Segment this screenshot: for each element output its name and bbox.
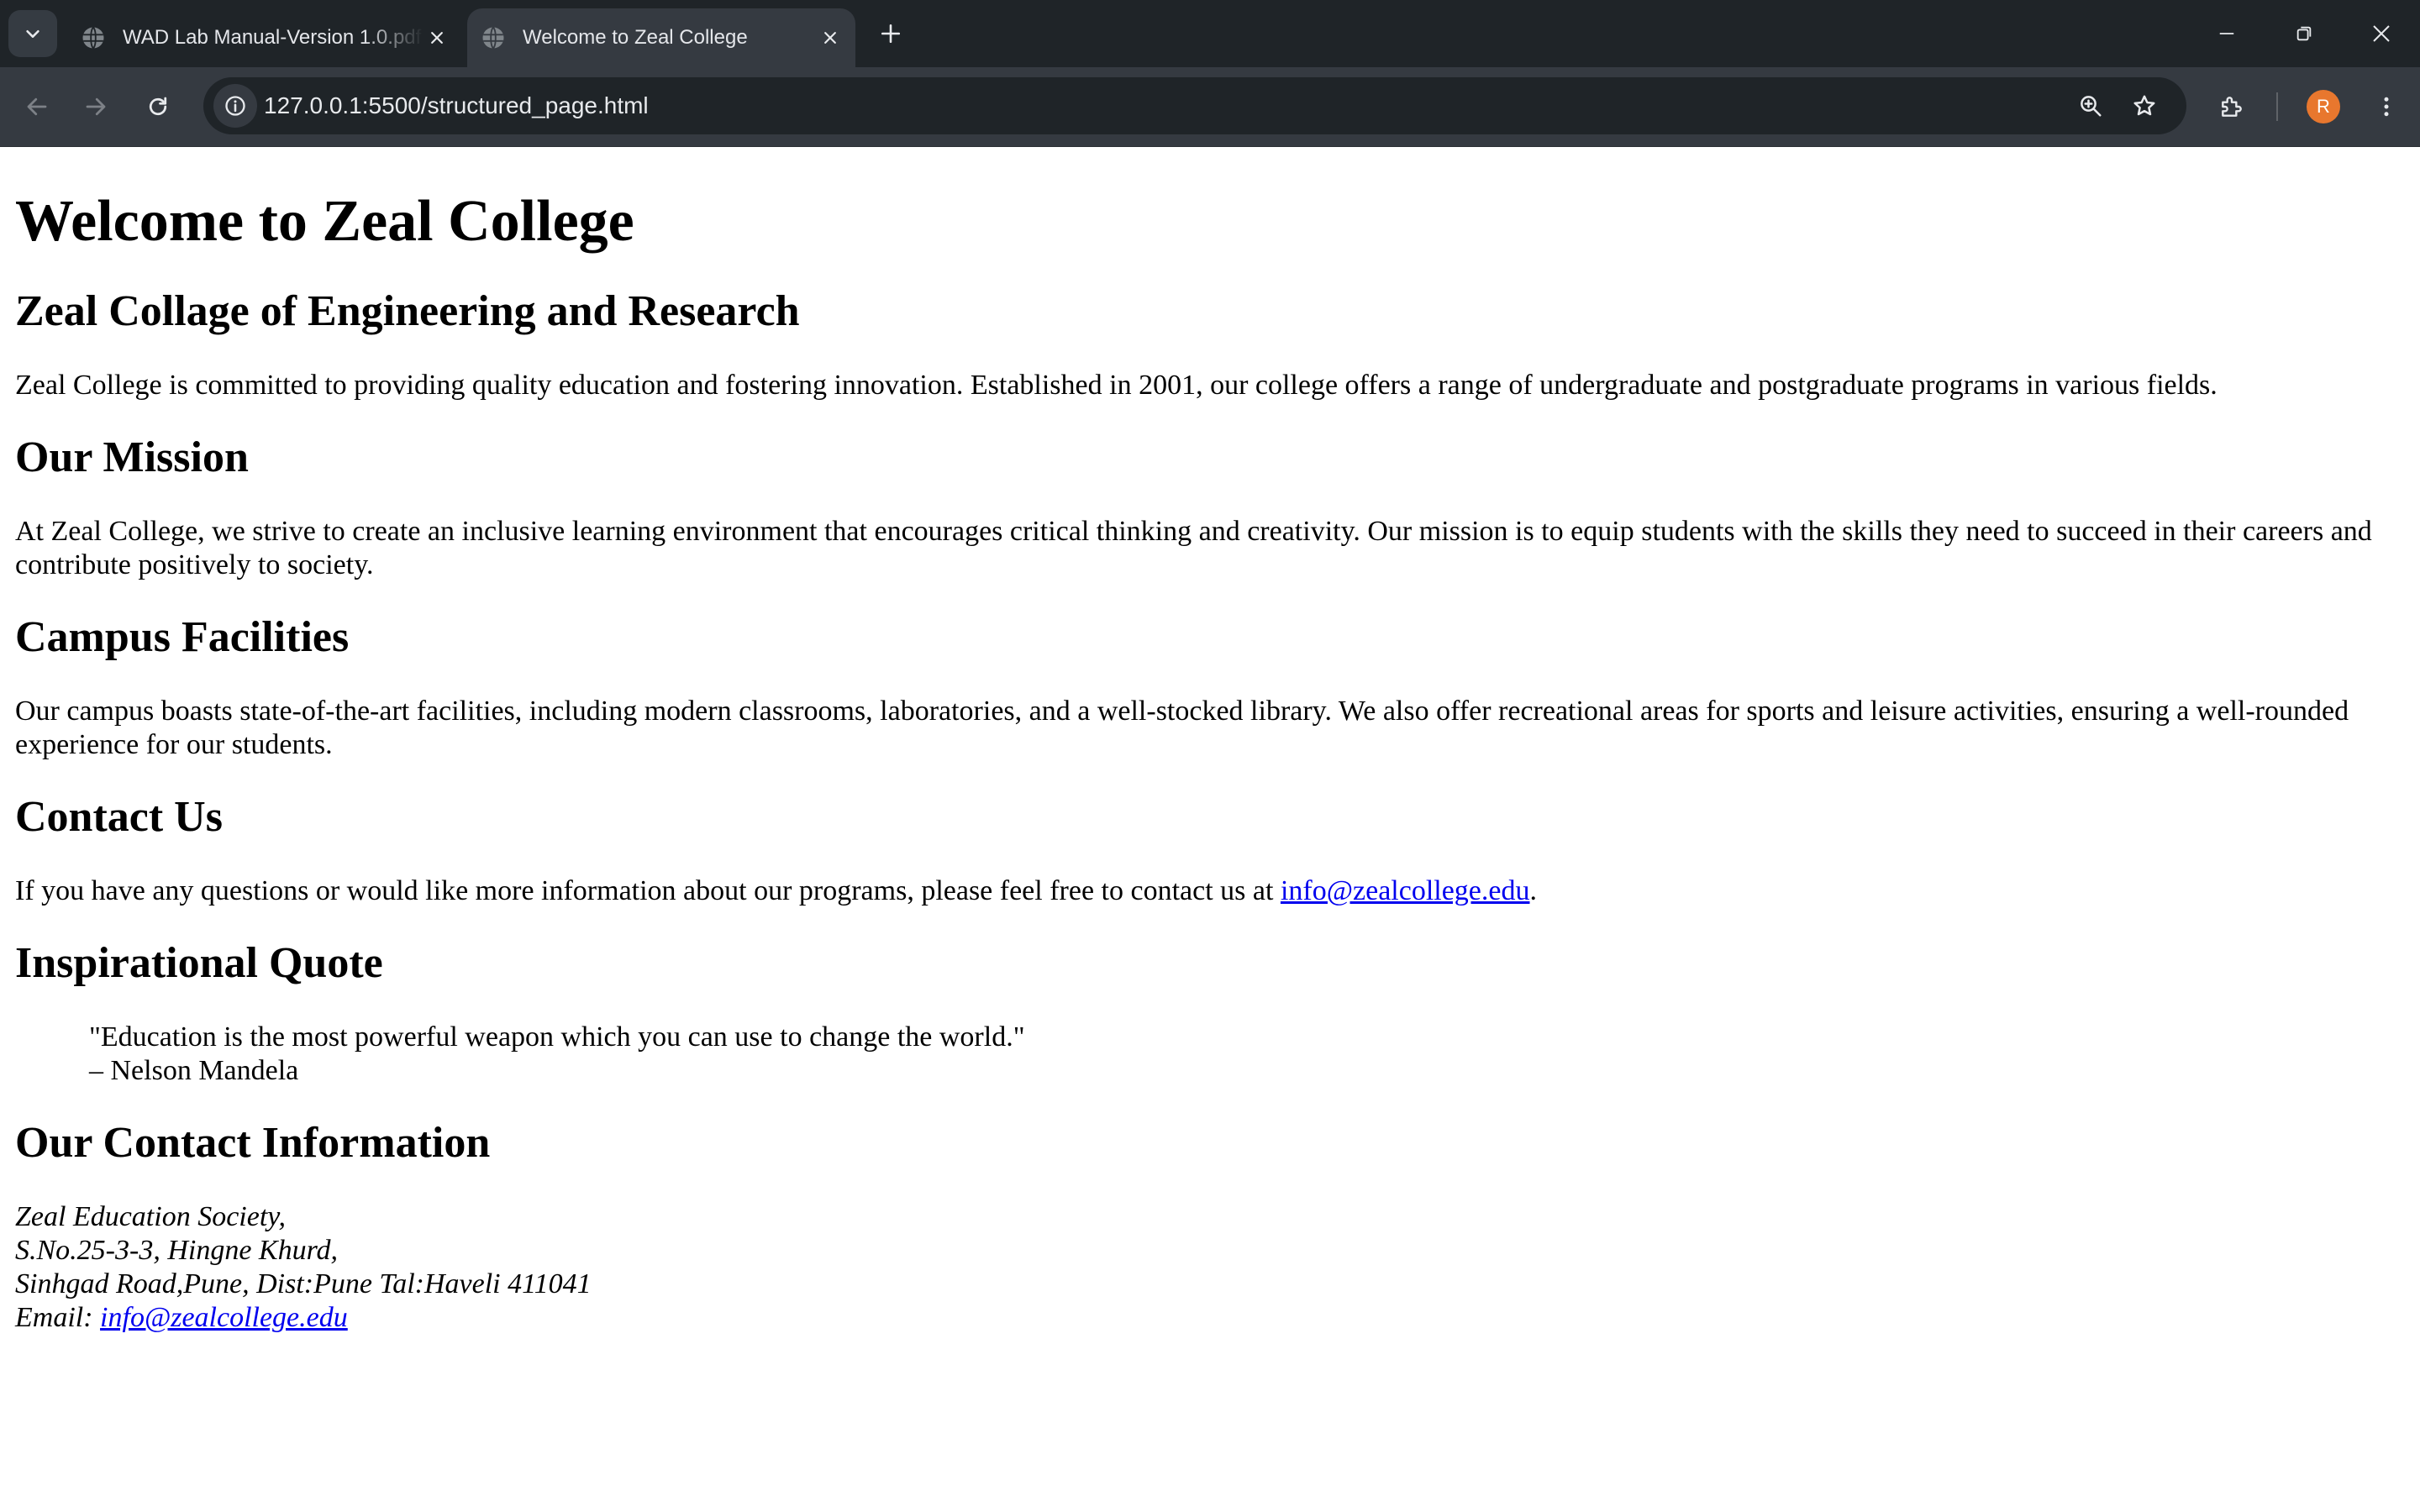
plus-icon xyxy=(881,24,901,44)
contact-info-heading: Our Contact Information xyxy=(15,1119,491,1167)
page-title: Welcome to Zeal College xyxy=(15,189,634,254)
address-line: Sinhgad Road,Pune, Dist:Pune Tal:Haveli … xyxy=(15,1268,592,1299)
tab-strip: WAD Lab Manual-Version 1.0.pdf Welcome t… xyxy=(0,0,2420,67)
contact-text: If you have any questions or would like … xyxy=(15,875,1281,906)
contact-text-end: . xyxy=(1529,875,1538,906)
contact-email-link[interactable]: info@zealcollege.edu xyxy=(1281,875,1530,906)
minimize-button[interactable] xyxy=(2188,0,2265,67)
tab-search-button[interactable] xyxy=(8,10,57,57)
mission-heading: Our Mission xyxy=(15,433,249,481)
menu-button[interactable] xyxy=(2368,88,2405,125)
minimize-icon xyxy=(2219,33,2234,34)
more-vertical-icon xyxy=(2384,97,2389,117)
chevron-down-icon xyxy=(26,29,39,38)
back-button[interactable] xyxy=(15,85,59,129)
profile-avatar[interactable]: R xyxy=(2307,90,2340,123)
intro-paragraph: Zeal College is committed to providing q… xyxy=(15,370,2217,401)
star-icon xyxy=(2133,95,2155,116)
quote-text: "Education is the most powerful weapon w… xyxy=(89,1021,1025,1053)
reload-button[interactable] xyxy=(136,85,180,129)
address-line: Zeal Education Society, xyxy=(15,1201,286,1232)
address-email-link[interactable]: info@zealcollege.edu xyxy=(100,1302,348,1333)
reload-icon xyxy=(149,97,167,116)
extensions-button[interactable] xyxy=(2213,88,2250,125)
email-label: Email: xyxy=(15,1302,101,1333)
page-subtitle: Zeal Collage of Engineering and Research xyxy=(15,287,800,335)
toolbar-divider xyxy=(2276,92,2278,121)
site-info-button[interactable] xyxy=(213,84,257,128)
facilities-paragraph: Our campus boasts state-of-the-art facil… xyxy=(15,696,2349,760)
tab-welcome-zeal-college[interactable]: Welcome to Zeal College xyxy=(467,8,855,67)
restore-icon xyxy=(2296,26,2312,41)
close-window-button[interactable] xyxy=(2343,0,2420,67)
contact-heading: Contact Us xyxy=(15,793,223,841)
globe-icon xyxy=(482,26,504,50)
contact-address: Zeal Education Society, S.No.25-3-3, Hin… xyxy=(15,1200,2410,1335)
contact-paragraph: If you have any questions or would like … xyxy=(15,874,2410,908)
close-tab-button[interactable] xyxy=(424,24,450,51)
tab-title: Welcome to Zeal College xyxy=(523,26,748,49)
mission-paragraph: At Zeal College, we strive to create an … xyxy=(15,516,2372,580)
tab-title: WAD Lab Manual-Version 1.0.pdf xyxy=(123,26,422,49)
arrow-right-icon xyxy=(86,97,106,116)
zoom-in-icon xyxy=(2081,96,2102,117)
address-line: S.No.25-3-3, Hingne Khurd, xyxy=(15,1235,339,1266)
restore-button[interactable] xyxy=(2265,0,2343,67)
close-tab-button[interactable] xyxy=(817,24,844,51)
globe-icon xyxy=(82,26,104,50)
close-icon xyxy=(824,32,836,44)
address-email-line: Email: info@zealcollege.edu xyxy=(15,1301,2410,1335)
info-icon xyxy=(225,96,245,116)
quote-author: – Nelson Mandela xyxy=(89,1055,299,1086)
url-text[interactable]: 127.0.0.1:5500/structured_page.html xyxy=(264,77,649,134)
tab-wad-lab-manual[interactable]: WAD Lab Manual-Version 1.0.pdf xyxy=(67,8,462,67)
close-icon xyxy=(2373,25,2390,42)
quote-heading: Inspirational Quote xyxy=(15,939,383,987)
new-tab-button[interactable] xyxy=(874,17,908,50)
address-bar[interactable]: 127.0.0.1:5500/structured_page.html xyxy=(203,77,2186,134)
browser-toolbar: 127.0.0.1:5500/structured_page.html R xyxy=(0,67,2420,147)
page-content: Welcome to Zeal College Zeal Collage of … xyxy=(15,147,2410,1335)
arrow-left-icon xyxy=(27,97,47,116)
bookmark-button[interactable] xyxy=(2128,89,2161,123)
puzzle-icon xyxy=(2222,97,2242,117)
facilities-heading: Campus Facilities xyxy=(15,613,350,661)
quote-block: "Education is the most powerful weapon w… xyxy=(89,1021,2410,1088)
forward-button[interactable] xyxy=(74,85,118,129)
zoom-button[interactable] xyxy=(2074,89,2107,123)
close-icon xyxy=(431,32,443,44)
